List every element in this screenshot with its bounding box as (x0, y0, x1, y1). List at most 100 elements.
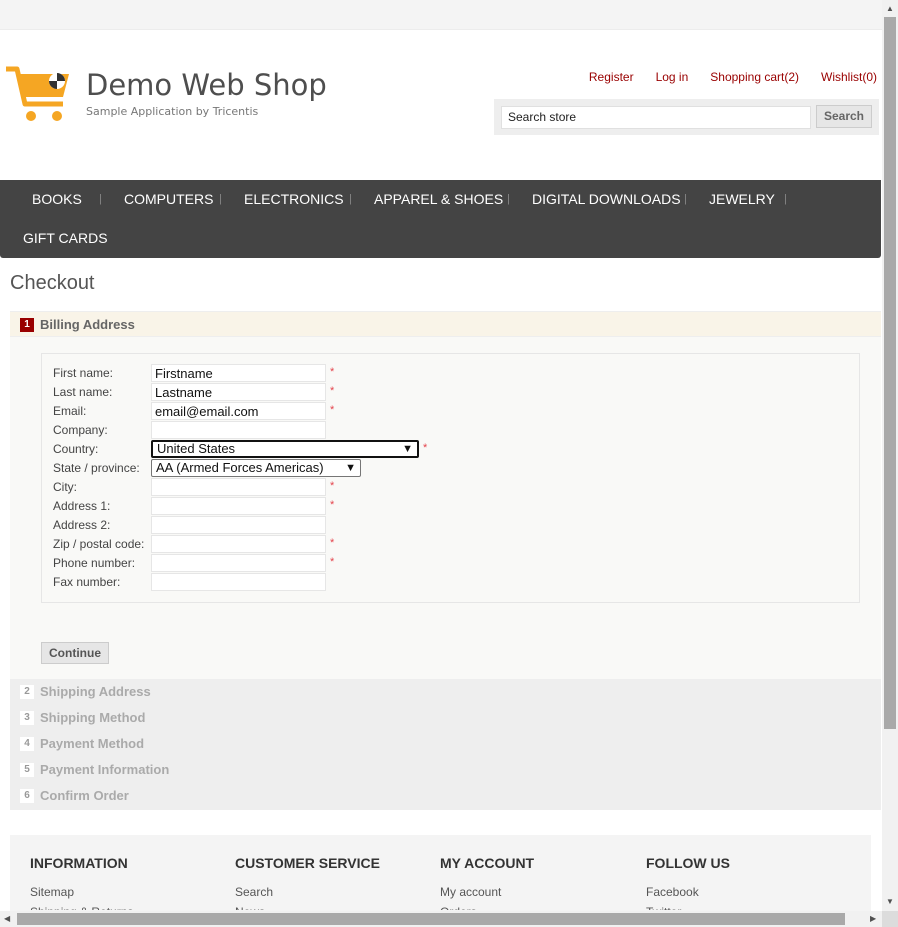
step-confirm-order[interactable]: 6 Confirm Order (10, 783, 881, 809)
logo[interactable]: Demo Web Shop Sample Application by Tric… (5, 66, 327, 126)
scroll-down-arrow-icon[interactable]: ▼ (886, 897, 894, 906)
email-field[interactable]: email@email.com (151, 402, 326, 420)
header-links: Register Log in Shopping cart(2) Wishlis… (567, 70, 877, 84)
last-name-field[interactable]: Lastname (151, 383, 326, 401)
footer-column-title: CUSTOMER SERVICE (235, 855, 380, 871)
shopping-cart-link[interactable]: Shopping cart(2) (710, 70, 799, 84)
step-number: 2 (20, 685, 34, 699)
header: Demo Web Shop Sample Application by Tric… (0, 30, 882, 180)
required-mark: * (330, 404, 335, 416)
scroll-left-arrow-icon[interactable]: ◀ (4, 914, 10, 923)
scrollbar-corner (882, 911, 898, 927)
menu-separator: | (219, 193, 222, 205)
step-payment-information[interactable]: 5 Payment Information (10, 757, 881, 783)
footer-column-my-account: MY ACCOUNT My account Orders (440, 855, 534, 910)
state-label: State / province: (53, 461, 140, 475)
vertical-scroll-thumb[interactable] (884, 17, 896, 729)
state-select[interactable]: AA (Armed Forces Americas) ▼ (151, 459, 361, 477)
fax-field[interactable] (151, 573, 326, 591)
city-field[interactable] (151, 478, 326, 496)
phone-label: Phone number: (53, 556, 136, 570)
chevron-down-icon: ▼ (402, 443, 413, 455)
footer-column-information: INFORMATION Sitemap Shipping & Returns (30, 855, 133, 910)
required-mark: * (423, 442, 428, 454)
first-name-label: First name: (53, 366, 114, 380)
remaining-steps: 2 Shipping Address 3 Shipping Method 4 P… (10, 679, 881, 810)
footer-column-title: FOLLOW US (646, 855, 730, 871)
fax-label: Fax number: (53, 575, 121, 589)
menu-separator: | (684, 193, 687, 205)
billing-form: First name: Firstname * Last name: Lastn… (41, 353, 860, 603)
zip-label: Zip / postal code: (53, 537, 145, 551)
country-select[interactable]: United States ▼ (151, 440, 419, 458)
step-number: 3 (20, 711, 34, 725)
footer-link-my-account[interactable]: My account (440, 885, 534, 899)
footer-link-shipping-returns[interactable]: Shipping & Returns (30, 905, 133, 910)
menu-item-gift-cards[interactable]: GIFT CARDS (23, 230, 108, 246)
login-link[interactable]: Log in (656, 70, 689, 84)
first-name-field[interactable]: Firstname (151, 364, 326, 382)
step-number: 5 (20, 763, 34, 777)
zip-field[interactable] (151, 535, 326, 553)
wishlist-link[interactable]: Wishlist(0) (821, 70, 877, 84)
footer-link-sitemap[interactable]: Sitemap (30, 885, 133, 899)
search-input[interactable]: Search store (501, 106, 811, 129)
menu-item-apparel-shoes[interactable]: APPAREL & SHOES (374, 191, 503, 207)
footer-link-search[interactable]: Search (235, 885, 380, 899)
menu-item-electronics[interactable]: ELECTRONICS (244, 191, 344, 207)
footer-link-facebook[interactable]: Facebook (646, 885, 730, 899)
billing-address-panel: First name: Firstname * Last name: Lastn… (10, 337, 881, 679)
vertical-scrollbar[interactable]: ▲ ▼ (882, 0, 898, 911)
required-mark: * (330, 385, 335, 397)
step-shipping-method[interactable]: 3 Shipping Method (10, 705, 881, 731)
site-subtitle: Sample Application by Tricentis (86, 105, 259, 118)
footer-column-follow-us: FOLLOW US Facebook Twitter (646, 855, 730, 910)
register-link[interactable]: Register (589, 70, 634, 84)
step-label: Payment Information (40, 762, 170, 777)
phone-field[interactable] (151, 554, 326, 572)
step-label: Shipping Address (40, 684, 151, 699)
footer: INFORMATION Sitemap Shipping & Returns C… (10, 835, 871, 915)
page-title: Checkout (10, 272, 95, 294)
step-billing-address[interactable]: 1 Billing Address (10, 311, 881, 337)
company-field[interactable] (151, 421, 326, 439)
address1-field[interactable] (151, 497, 326, 515)
scroll-up-arrow-icon[interactable]: ▲ (886, 4, 894, 13)
required-mark: * (330, 480, 335, 492)
menu-item-digital-downloads[interactable]: DIGITAL DOWNLOADS (532, 191, 681, 207)
address2-label: Address 2: (53, 518, 111, 532)
step-label: Shipping Method (40, 710, 146, 725)
continue-button[interactable]: Continue (41, 642, 109, 664)
chevron-down-icon: ▼ (345, 462, 356, 474)
search-button[interactable]: Search (816, 105, 872, 128)
company-label: Company: (53, 423, 108, 437)
menu-item-computers[interactable]: COMPUTERS (124, 191, 213, 207)
address2-field[interactable] (151, 516, 326, 534)
menu-item-jewelry[interactable]: JEWELRY (709, 191, 775, 207)
step-label: Confirm Order (40, 788, 129, 803)
required-mark: * (330, 556, 335, 568)
footer-link-twitter[interactable]: Twitter (646, 905, 730, 910)
scroll-right-arrow-icon[interactable]: ▶ (870, 914, 876, 923)
required-mark: * (330, 366, 335, 378)
menu-item-books[interactable]: BOOKS (32, 191, 82, 207)
footer-link-news[interactable]: News (235, 905, 380, 910)
menu-separator: | (784, 193, 787, 205)
shopping-cart-logo-icon (6, 66, 69, 121)
horizontal-scrollbar[interactable]: ◀ ▶ (0, 911, 882, 927)
menu-separator: | (99, 193, 102, 205)
horizontal-scroll-thumb[interactable] (17, 913, 845, 925)
top-strip (0, 0, 882, 30)
footer-column-customer-service: CUSTOMER SERVICE Search News (235, 855, 380, 910)
address1-label: Address 1: (53, 499, 111, 513)
footer-link-orders[interactable]: Orders (440, 905, 534, 910)
step-payment-method[interactable]: 4 Payment Method (10, 731, 881, 757)
top-menu: BOOKS | COMPUTERS | ELECTRONICS | APPARE… (0, 180, 881, 258)
step-label: Payment Method (40, 736, 145, 751)
step-number: 1 (20, 318, 34, 332)
step-number: 6 (20, 789, 34, 803)
menu-separator: | (349, 193, 352, 205)
step-shipping-address[interactable]: 2 Shipping Address (10, 679, 881, 705)
menu-separator: | (507, 193, 510, 205)
last-name-label: Last name: (53, 385, 113, 399)
